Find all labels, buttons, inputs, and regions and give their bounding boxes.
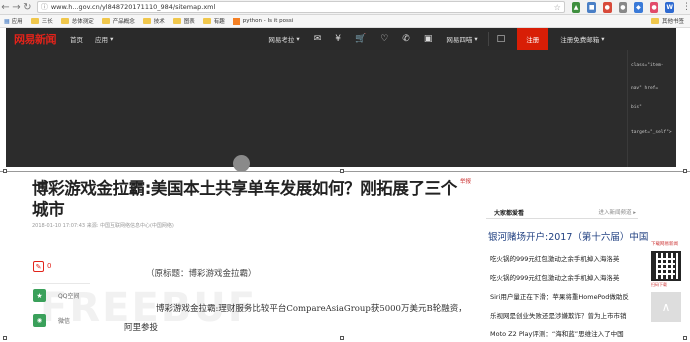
qzone-icon[interactable]: ★ (33, 289, 46, 302)
sidebar-item[interactable]: 吃火锅的999元红包激动之余手机掉入海洛英 (490, 272, 642, 282)
code-line: target="_self"> (631, 130, 672, 135)
code-line: bis" (631, 105, 642, 110)
chevron-up-icon: ∧ (661, 300, 671, 314)
article-body: 博彩游戏金拉霸:理财服务比较平台CompareAsiaGroup获5000万美元… (124, 304, 467, 333)
bookmark-folder[interactable]: 有趣 (202, 17, 225, 25)
extension-blue2-icon[interactable]: ◆ (634, 1, 643, 13)
resize-handle[interactable] (340, 169, 344, 173)
star-icon[interactable]: ☆ (554, 3, 561, 12)
resize-handle[interactable] (683, 336, 687, 340)
back-to-top-button[interactable]: ∧ (651, 292, 681, 322)
extension-pink-icon[interactable]: ● (649, 1, 659, 13)
stackoverflow-icon (232, 17, 240, 25)
resize-handle[interactable] (3, 169, 7, 173)
sidebar-headline[interactable]: 银河赌场开户:2017（第十六届）中国 (488, 229, 648, 243)
dark-banner (6, 50, 627, 167)
share-qzone-label[interactable]: QQ空间 (58, 291, 79, 300)
bookmark-folder[interactable]: 图表 (172, 17, 195, 25)
extension-blue-icon[interactable]: ■ (587, 1, 596, 13)
nav-sisi[interactable]: 网易四喵 ▾ (446, 34, 477, 44)
extension-w-icon[interactable]: W (665, 1, 674, 13)
original-title: （原标题：博彩游戏金拉霸） (146, 269, 257, 279)
sidebar-more-link[interactable]: 进入新闻频道 ▸ (598, 208, 636, 216)
share-wechat-label[interactable]: 微信 (58, 316, 70, 325)
code-line: class="item- (631, 63, 664, 68)
article-title: 博彩游戏金拉霸:美国本土共享单车发展如何？刚拓展了三个城市 (32, 179, 457, 219)
share-divider (32, 283, 90, 284)
qr-label: 下载网易新闻 (651, 242, 678, 247)
bookmark-apps[interactable]: ▦ 应用 (4, 17, 23, 26)
loading-spinner-icon (233, 155, 250, 172)
sidebar-item[interactable]: 吃火锅的999元红包激动之余手机掉入海洛英 (490, 253, 642, 263)
apps-icon: ▦ (4, 17, 10, 25)
bookmark-folder[interactable]: 三长 (30, 17, 53, 25)
folder-icon (202, 18, 211, 24)
folder-icon (60, 18, 69, 24)
menu-icon[interactable]: ⋮ (682, 2, 690, 12)
reload-icon[interactable]: ↻ (22, 0, 33, 14)
heart-icon[interactable]: ♡ (380, 34, 388, 44)
devtools-panel: class="item- nav" href= bis" target="_se… (627, 50, 676, 167)
selection-border (0, 171, 690, 172)
folder-icon (172, 18, 181, 24)
site-header: 网易新闻 首页 应用 ▾ 网易考拉 ▾ ✉ ¥ 🛒 ♡ ✆ ▣ 网易四喵 ▾ □… (6, 28, 676, 50)
comment-count[interactable]: 0 (47, 262, 51, 270)
card-icon[interactable]: ▣ (424, 34, 433, 44)
wechat-icon[interactable]: ◉ (33, 314, 46, 327)
nav-apps[interactable]: 应用 ▾ (95, 34, 113, 44)
free-mail-link[interactable]: 注册免费邮箱 ▾ (560, 34, 604, 44)
register-button[interactable]: 注册 (517, 28, 549, 50)
nav-home[interactable]: 首页 (70, 34, 83, 44)
bookmark-folder[interactable]: 产品概念 (101, 17, 135, 25)
comment-icon[interactable]: ✎ (33, 261, 44, 272)
resize-handle[interactable] (683, 169, 687, 173)
resize-handle[interactable] (3, 336, 7, 340)
address-bar[interactable]: ⓘ www.h...gov.cn/yl848720171110_984/site… (36, 1, 565, 13)
browser-toolbar: ← → ↻ ⓘ www.h...gov.cn/yl848720171110_98… (0, 0, 690, 15)
phone-icon[interactable]: ✆ (402, 34, 410, 44)
folder-icon (650, 18, 659, 24)
qr-code-icon[interactable] (651, 251, 681, 281)
bookmarks-bar: ▦ 应用 三长 总体测定 产品概念 技术 图表 有趣 python - Is it… (0, 15, 690, 28)
sidebar-item[interactable]: Moto Z2 Play评测：“海和蓝”思维注入了中国 (490, 328, 642, 338)
bookmark-folder[interactable]: 技术 (142, 17, 165, 25)
url-text: www.h...gov.cn/yl848720171110_984/sitema… (50, 3, 216, 11)
header-divider (487, 32, 489, 46)
folder-icon (142, 18, 151, 24)
sidebar-item[interactable]: Siri用户量正在下滑：苹果将重HomePod做助反 (490, 291, 642, 301)
finance-icon[interactable]: ¥ (335, 34, 341, 44)
bookmark-python[interactable]: python - Is it possi (232, 17, 293, 25)
cart-icon[interactable]: 🛒 (355, 34, 366, 44)
extension-shield-icon[interactable]: ▲ (571, 1, 581, 13)
forward-icon[interactable]: → (11, 0, 22, 14)
article-meta: 2018-01-10 17:07:43 来源: 中国互联网络信息中心(中国网络) (32, 223, 174, 229)
back-icon[interactable]: ← (0, 0, 11, 14)
nav-kaola[interactable]: 网易考拉 ▾ (268, 34, 299, 44)
extension-gray-icon[interactable]: ● (618, 1, 628, 13)
folder-icon (30, 18, 39, 24)
mail-icon[interactable]: ✉ (314, 34, 322, 44)
sidebar-title: 大家都爱看 (494, 209, 525, 217)
other-bookmarks[interactable]: 其他书签 (650, 17, 684, 25)
sidebar-header: 大家都爱看 进入新闻频道 ▸ (486, 206, 638, 219)
info-icon: ⓘ (40, 3, 48, 11)
folder-icon (101, 18, 110, 24)
sidebar-item[interactable]: 乐视网是创业失败还是涉嫌欺诈？曾为上市市销 (490, 310, 642, 320)
extension-red-icon[interactable]: ● (603, 1, 612, 13)
report-link[interactable]: 举报 (460, 177, 471, 185)
bookmark-folder[interactable]: 总体测定 (60, 17, 94, 25)
mobile-icon[interactable]: □ (497, 34, 506, 44)
qr-sub-label: 扫码下载 (651, 282, 667, 287)
site-logo[interactable]: 网易新闻 (14, 31, 57, 47)
code-line: nav" href= (631, 86, 659, 91)
